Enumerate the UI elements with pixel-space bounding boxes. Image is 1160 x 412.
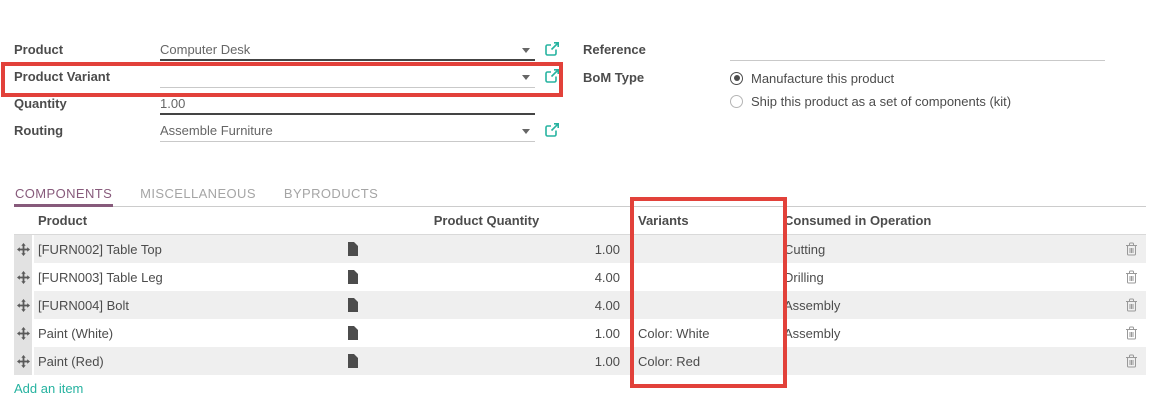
- external-link-icon[interactable]: [544, 122, 560, 138]
- row-operation[interactable]: Cutting: [776, 235, 1108, 263]
- col-header-consumed-in-operation[interactable]: Consumed in Operation: [776, 207, 1108, 234]
- row-product[interactable]: Paint (Red): [34, 347, 345, 375]
- drag-handle[interactable]: [14, 291, 34, 319]
- field-row-quantity: Quantity 1.00: [14, 93, 535, 120]
- row-quantity: 1.00: [595, 326, 620, 341]
- bom-type-option-manufacture[interactable]: Manufacture this product: [730, 68, 894, 88]
- table-row[interactable]: [FURN003] Table Leg 4.00 Drilling: [14, 263, 1146, 291]
- document-icon: [347, 270, 358, 284]
- table-row[interactable]: [FURN004] Bolt 4.00 Assembly: [14, 291, 1146, 319]
- delete-row-button[interactable]: [1108, 291, 1144, 319]
- table-row[interactable]: [FURN002] Table Top 1.00 Cutting: [14, 235, 1146, 263]
- document-icon: [347, 298, 358, 312]
- drag-handle[interactable]: [14, 263, 34, 291]
- bom-type-option-kit[interactable]: Ship this product as a set of components…: [730, 91, 1011, 111]
- field-row-routing: Routing Assemble Furniture: [14, 120, 535, 147]
- row-variants[interactable]: Color: White: [628, 319, 776, 347]
- external-link-icon[interactable]: [544, 41, 560, 57]
- document-icon: [347, 326, 358, 340]
- drag-handle[interactable]: [14, 319, 34, 347]
- table-row[interactable]: Paint (White) 1.00 Color: White Assembly: [14, 319, 1146, 347]
- document-icon: [347, 354, 358, 368]
- bom-type-option-label: Ship this product as a set of components…: [751, 94, 1011, 109]
- notebook-tabs: COMPONENTS MISCELLANEOUS BYPRODUCTS: [14, 184, 1146, 207]
- caret-down-icon[interactable]: [522, 75, 530, 80]
- tab-components[interactable]: COMPONENTS: [14, 184, 113, 207]
- product-variant-label: Product Variant: [14, 66, 160, 84]
- table-row[interactable]: Paint (Red) 1.00 Color: Red: [14, 347, 1146, 375]
- row-quantity: 1.00: [595, 354, 620, 369]
- row-variants[interactable]: [628, 263, 776, 291]
- product-value: Computer Desk: [160, 39, 535, 57]
- col-header-variants[interactable]: Variants: [628, 207, 776, 234]
- row-variants[interactable]: [628, 291, 776, 319]
- trash-icon: [1125, 242, 1138, 256]
- row-quantity: 1.00: [595, 242, 620, 257]
- row-quantity-cell[interactable]: 1.00: [345, 235, 628, 263]
- trash-icon: [1125, 270, 1138, 284]
- caret-down-icon[interactable]: [522, 129, 530, 134]
- add-an-item-link[interactable]: Add an item: [14, 381, 83, 396]
- row-quantity-cell[interactable]: 4.00: [345, 291, 628, 319]
- row-variants[interactable]: [628, 235, 776, 263]
- row-product[interactable]: Paint (White): [34, 319, 345, 347]
- row-quantity-cell[interactable]: 1.00: [345, 347, 628, 375]
- quantity-value: 1.00: [160, 93, 535, 111]
- caret-down-icon[interactable]: [522, 48, 530, 53]
- row-operation[interactable]: Drilling: [776, 263, 1108, 291]
- table-header: Product Product Quantity Variants Consum…: [14, 207, 1146, 235]
- tab-miscellaneous[interactable]: MISCELLANEOUS: [139, 184, 257, 207]
- quantity-input[interactable]: 1.00: [160, 93, 535, 115]
- field-row-product-variant: Product Variant: [14, 66, 535, 93]
- radio-selected-icon[interactable]: [730, 72, 743, 85]
- document-icon: [347, 242, 358, 256]
- radio-unselected-icon[interactable]: [730, 95, 743, 108]
- col-header-product[interactable]: Product: [34, 207, 345, 234]
- field-row-bom-type: BoM Type: [583, 67, 730, 94]
- product-variant-input[interactable]: [160, 66, 535, 88]
- delete-column-spacer: [1108, 207, 1144, 234]
- row-quantity-cell[interactable]: 4.00: [345, 263, 628, 291]
- drag-handle[interactable]: [14, 235, 34, 263]
- reference-input[interactable]: [730, 39, 1105, 61]
- field-row-reference: Reference: [583, 39, 1105, 66]
- row-quantity: 4.00: [595, 270, 620, 285]
- handle-column-spacer: [14, 207, 34, 234]
- drag-handle[interactable]: [14, 347, 34, 375]
- external-link-icon[interactable]: [544, 68, 560, 84]
- tab-byproducts[interactable]: BYPRODUCTS: [283, 184, 379, 207]
- quantity-label: Quantity: [14, 93, 160, 111]
- product-input[interactable]: Computer Desk: [160, 39, 535, 61]
- row-operation[interactable]: [776, 347, 1108, 375]
- bom-type-option-label: Manufacture this product: [751, 71, 894, 86]
- trash-icon: [1125, 326, 1138, 340]
- routing-value: Assemble Furniture: [160, 120, 535, 138]
- bom-form-page: Product Computer Desk Product Variant: [0, 0, 1160, 412]
- row-product[interactable]: [FURN003] Table Leg: [34, 263, 345, 291]
- bom-type-label: BoM Type: [583, 67, 730, 85]
- row-product[interactable]: [FURN002] Table Top: [34, 235, 345, 263]
- components-table: Product Product Quantity Variants Consum…: [14, 207, 1146, 375]
- product-label: Product: [14, 39, 160, 57]
- col-header-product-quantity[interactable]: Product Quantity: [345, 207, 628, 234]
- reference-value: [730, 39, 1105, 42]
- product-variant-value: [160, 66, 535, 69]
- trash-icon: [1125, 298, 1138, 312]
- trash-icon: [1125, 354, 1138, 368]
- delete-row-button[interactable]: [1108, 263, 1144, 291]
- routing-label: Routing: [14, 120, 160, 138]
- reference-label: Reference: [583, 39, 730, 57]
- row-quantity: 4.00: [595, 298, 620, 313]
- delete-row-button[interactable]: [1108, 347, 1144, 375]
- routing-input[interactable]: Assemble Furniture: [160, 120, 535, 142]
- row-quantity-cell[interactable]: 1.00: [345, 319, 628, 347]
- field-row-product: Product Computer Desk: [14, 39, 535, 66]
- row-variants[interactable]: Color: Red: [628, 347, 776, 375]
- row-product[interactable]: [FURN004] Bolt: [34, 291, 345, 319]
- delete-row-button[interactable]: [1108, 235, 1144, 263]
- delete-row-button[interactable]: [1108, 319, 1144, 347]
- row-operation[interactable]: Assembly: [776, 291, 1108, 319]
- row-operation[interactable]: Assembly: [776, 319, 1108, 347]
